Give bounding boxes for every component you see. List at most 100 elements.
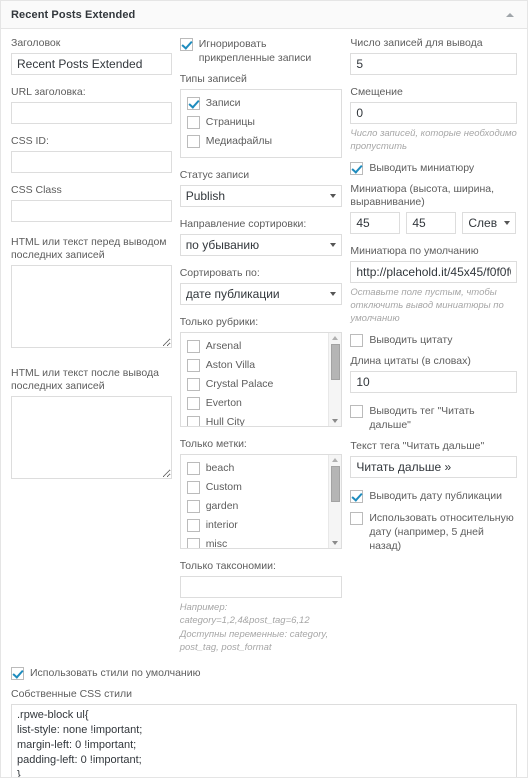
show-readmore-row[interactable]: Выводить тег "Читать дальше" (350, 404, 517, 432)
category-item[interactable]: Everton (186, 396, 326, 410)
tag-label: garden (205, 500, 239, 512)
show-thumb-row[interactable]: Выводить миниатюру (350, 161, 517, 175)
post-type-posts-label: Записи (205, 97, 241, 109)
tag-item[interactable]: interior (186, 518, 326, 532)
post-type-attachment-checkbox[interactable] (186, 135, 200, 148)
title-input[interactable] (11, 53, 172, 75)
category-checkbox[interactable] (186, 416, 200, 426)
relative-date-row[interactable]: Использовать относительную дату (наприме… (350, 511, 517, 553)
relative-date-checkbox[interactable] (350, 512, 364, 525)
category-label: Everton (205, 397, 242, 409)
post-type-item[interactable]: Страницы (186, 115, 336, 129)
category-checkbox[interactable] (186, 359, 200, 372)
show-readmore-checkbox[interactable] (350, 405, 364, 418)
tag-checkbox[interactable] (186, 519, 200, 532)
readmore-text-input[interactable] (350, 456, 517, 478)
css-class-input[interactable] (11, 200, 172, 222)
orderby-select[interactable]: дате публикации (179, 283, 343, 305)
category-item[interactable]: Hull City (186, 415, 326, 426)
categories-listbox[interactable]: Arsenal Aston Villa Crystal Palace Evert… (179, 332, 343, 427)
taxonomy-input[interactable] (179, 576, 343, 598)
tag-checkbox[interactable] (186, 500, 200, 513)
use-default-styles-checkbox[interactable] (11, 667, 24, 680)
widget-header[interactable]: Recent Posts Extended (1, 1, 527, 29)
widget-body: Заголовок URL заголовка: CSS ID: CSS Cla… (1, 29, 527, 654)
tags-scrollbar[interactable] (328, 455, 342, 548)
tag-label: Custom (205, 481, 242, 493)
scroll-up-icon[interactable] (332, 336, 339, 340)
scroll-down-icon[interactable] (332, 541, 339, 545)
thumb-align-select[interactable]: Слева (462, 212, 517, 234)
title-url-input[interactable] (11, 102, 172, 124)
column-right: Число записей для вывода Смещение Число … (350, 37, 517, 654)
tags-listbox[interactable]: beach Custom garden interior misc (179, 454, 343, 549)
after-html-textarea[interactable] (11, 396, 172, 479)
thumb-width-input[interactable] (406, 212, 457, 234)
column-middle: Игнорировать прикрепленные записи Типы з… (179, 37, 351, 654)
offset-input[interactable] (350, 102, 517, 124)
post-type-attachment-label: Медиафайлы (205, 135, 273, 147)
show-thumb-checkbox[interactable] (350, 162, 364, 175)
chevron-up-glyph (506, 12, 514, 17)
post-types-label: Типы записей (179, 73, 247, 85)
category-item[interactable]: Crystal Palace (186, 377, 326, 391)
thumb-height-input[interactable] (350, 212, 401, 234)
category-item[interactable]: Aston Villa (186, 358, 326, 372)
offset-label: Смещение (350, 86, 403, 98)
use-default-styles-label: Использовать стили по умолчанию (30, 667, 201, 679)
show-readmore-label: Выводить тег "Читать дальше" (369, 405, 475, 431)
taxonomy-hint-example: Например: category=1,2,4&post_tag=6,12 (179, 602, 310, 626)
scroll-up-icon[interactable] (332, 458, 339, 462)
post-type-item[interactable]: Медиафайлы (186, 134, 336, 148)
category-checkbox[interactable] (186, 378, 200, 391)
use-default-styles-row[interactable]: Использовать стили по умолчанию (11, 666, 517, 680)
tag-item[interactable]: beach (186, 461, 326, 475)
chevron-up-icon[interactable] (503, 8, 517, 22)
widget-panel: Recent Posts Extended Заголовок URL заго… (0, 0, 528, 778)
tag-label: interior (205, 519, 238, 531)
tag-checkbox[interactable] (186, 538, 200, 548)
scrollbar-thumb[interactable] (331, 466, 341, 502)
scrollbar-thumb[interactable] (331, 344, 341, 380)
thumb-size-row: Слева (350, 212, 517, 234)
tag-checkbox[interactable] (186, 481, 200, 494)
tag-item[interactable]: misc (186, 537, 326, 549)
ignore-sticky-row[interactable]: Игнорировать прикрепленные записи (179, 37, 343, 65)
orderby-select-wrap: дате публикации (179, 283, 343, 305)
tag-checkbox[interactable] (186, 462, 200, 475)
tag-label: misc (205, 538, 228, 549)
limit-input[interactable] (350, 53, 517, 75)
offset-hint: Число записей, которые необходимо пропус… (350, 128, 517, 152)
custom-css-textarea[interactable]: .rpwe-block ul{ list-style: none !import… (11, 704, 517, 777)
tag-item[interactable]: Custom (186, 480, 326, 494)
post-status-select[interactable]: Publish (179, 185, 343, 207)
category-label: Crystal Palace (205, 378, 274, 390)
show-date-checkbox[interactable] (350, 490, 364, 503)
category-item[interactable]: Arsenal (186, 339, 326, 353)
post-type-pages-checkbox[interactable] (186, 116, 200, 129)
order-select[interactable]: по убыванию (179, 234, 343, 256)
show-excerpt-checkbox[interactable] (350, 334, 364, 347)
categories-label: Только рубрики: (179, 316, 259, 328)
scroll-down-icon[interactable] (332, 419, 339, 423)
post-type-posts-checkbox[interactable] (186, 97, 200, 110)
show-excerpt-row[interactable]: Выводить цитату (350, 333, 517, 347)
show-thumb-label: Выводить миниатюру (369, 162, 475, 174)
ignore-sticky-checkbox[interactable] (179, 38, 193, 51)
post-status-label: Статус записи (179, 169, 250, 181)
categories-scrollbar[interactable] (328, 333, 342, 426)
excerpt-length-input[interactable] (350, 371, 517, 393)
before-html-textarea[interactable] (11, 265, 172, 348)
title-url-label: URL заголовка: (11, 86, 86, 98)
category-checkbox[interactable] (186, 340, 200, 353)
css-id-input[interactable] (11, 151, 172, 173)
readmore-text-label: Текст тега "Читать дальше" (350, 440, 485, 452)
show-date-row[interactable]: Выводить дату публикации (350, 489, 517, 503)
show-excerpt-label: Выводить цитату (369, 334, 453, 346)
tags-label: Только метки: (179, 438, 247, 450)
post-type-pages-label: Страницы (205, 116, 255, 128)
category-checkbox[interactable] (186, 397, 200, 410)
tag-item[interactable]: garden (186, 499, 326, 513)
post-type-item[interactable]: Записи (186, 96, 336, 110)
default-thumb-input[interactable] (350, 261, 517, 283)
